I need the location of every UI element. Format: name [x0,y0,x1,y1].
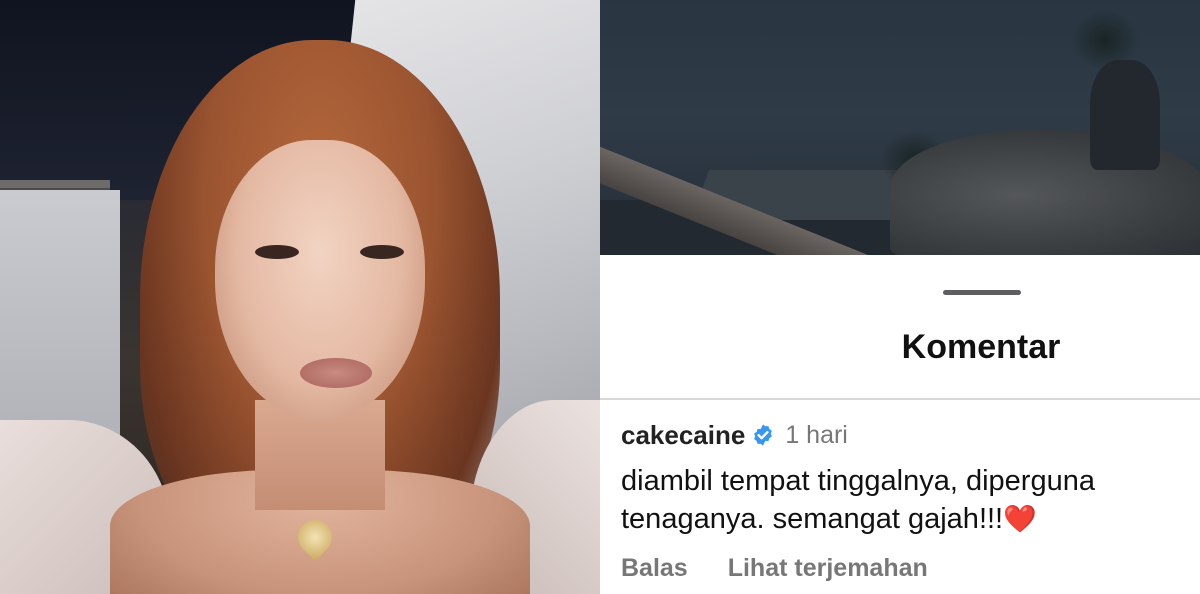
comment-header: cakecaine 1 hari [621,418,1191,452]
comment-text-line-1: diambil tempat tinggalnya, diperguna [621,465,1095,497]
comment-timestamp: 1 hari [785,420,848,449]
heart-icon: ❤️ [1003,504,1037,534]
right-eye [360,245,404,259]
selfie-photo [0,0,600,594]
verified-badge-icon [751,423,775,447]
comment-text: diambil tempat tinggalnya, diperguna ten… [621,462,1191,538]
comment-username[interactable]: cakecaine [621,420,745,451]
lips [300,358,372,388]
sheet-title: Komentar [901,328,1061,366]
sheet-drag-handle[interactable] [943,290,1021,295]
reply-button[interactable]: Balas [621,554,688,583]
dim-overlay [600,0,1200,255]
comment-item: cakecaine 1 hari diambil tempat tinggaln… [621,418,1191,583]
see-translation-button[interactable]: Lihat terjemahan [728,554,928,583]
comments-panel: Komentar cakecaine 1 hari diambil tempat… [600,0,1200,594]
left-eye [255,245,299,259]
post-photo[interactable] [600,0,1200,255]
divider [600,398,1200,400]
comment-actions: Balas Lihat terjemahan [621,554,1191,583]
comment-text-line-2: tenaganya. semangat gajah!!! [621,503,1004,535]
